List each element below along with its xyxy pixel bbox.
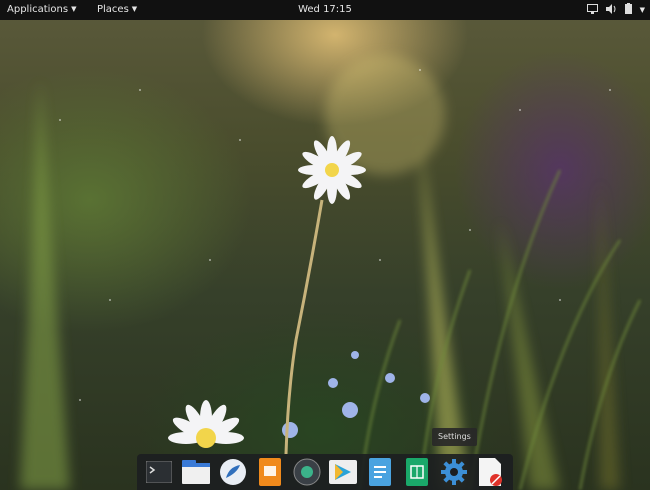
clock[interactable]: Wed 17:15 (0, 4, 650, 15)
system-indicators[interactable]: ▼ (586, 3, 645, 17)
dock-item-presentation[interactable] (255, 457, 285, 487)
battery-icon (624, 3, 632, 17)
dock-tooltip-label: Settings (438, 432, 471, 441)
dock-item-spreadsheet[interactable] (402, 457, 432, 487)
dock-item-document-blocked[interactable] (476, 457, 506, 487)
settings-icon (440, 459, 467, 485)
clock-label: Wed 17:15 (298, 4, 352, 15)
document-blocked-icon (478, 458, 502, 486)
presentation-icon (258, 458, 281, 486)
volume-icon (605, 3, 617, 17)
desktop-wallpaper (0, 0, 650, 490)
dock-item-web-browser[interactable] (218, 457, 248, 487)
dock (137, 454, 513, 490)
dock-item-files[interactable] (181, 457, 211, 487)
dock-item-terminal[interactable] (144, 457, 174, 487)
files-icon (182, 460, 211, 484)
dock-item-app-store[interactable] (328, 457, 358, 487)
terminal-icon (146, 461, 173, 483)
spreadsheet-icon (405, 458, 428, 486)
app-store-icon (329, 460, 358, 484)
dock-tooltip: Settings (432, 428, 477, 446)
display-icon (586, 3, 598, 17)
web-browser-icon (219, 459, 246, 485)
dock-item-media-player[interactable] (292, 457, 322, 487)
top-panel: Applications ▼ Places ▼ Wed 17:15 ▼ (0, 0, 650, 20)
dock-item-document-viewer[interactable] (365, 457, 395, 487)
wallpaper-image (20, 55, 641, 490)
document-viewer-icon (369, 458, 392, 486)
media-player-icon (293, 458, 321, 486)
dock-item-settings[interactable] (439, 457, 469, 487)
system-menu-caret-icon: ▼ (639, 6, 645, 14)
